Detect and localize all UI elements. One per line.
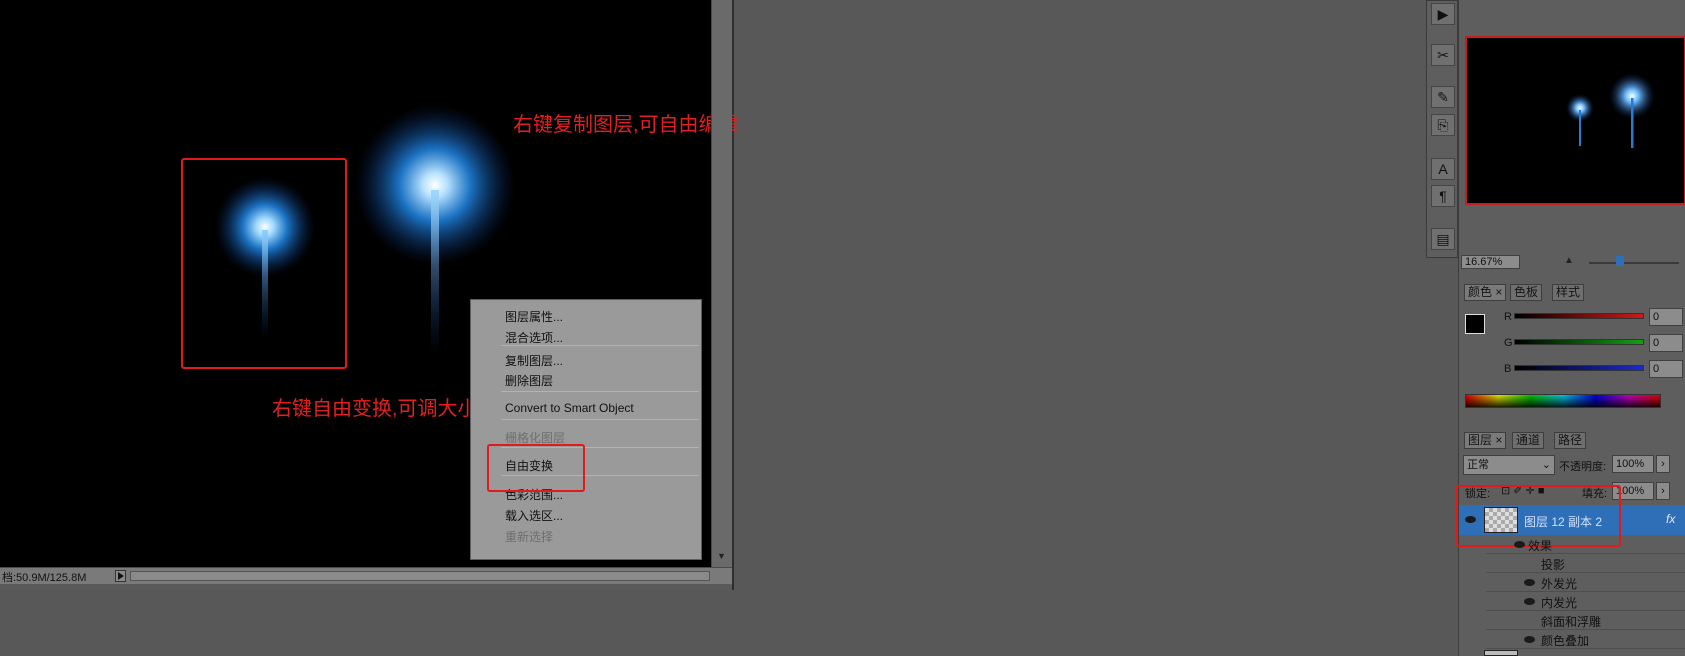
zoom-out-icon[interactable]: ▲ <box>1564 255 1574 266</box>
menu-separator <box>501 345 699 346</box>
status-bar: 档:50.9M/125.8M <box>0 567 732 584</box>
visibility-eye-icon[interactable] <box>1514 541 1525 548</box>
document-window: 右键复制图层,可自由编辑 右键自由变换,可调大小 图层属性... 混合选项...… <box>0 0 739 590</box>
menu-item-convert-smart-object[interactable]: Convert to Smart Object <box>505 401 634 415</box>
navigator-zoom-slider[interactable] <box>1589 262 1679 264</box>
menu-item-duplicate-layer[interactable]: 复制图层... <box>505 352 563 369</box>
effect-row-inner-glow[interactable]: 内发光 <box>1486 592 1685 611</box>
opacity-label: 不透明度: <box>1559 461 1607 473</box>
next-layer-thumbnail <box>1484 650 1518 656</box>
menu-item-blending-options[interactable]: 混合选项... <box>505 329 563 346</box>
opacity-field[interactable]: 100% <box>1612 455 1654 473</box>
green-value-field[interactable]: 0 <box>1649 334 1683 352</box>
panel-dock-icons: ▶ ✂ ✎ ⎘ A ¶ ▤ <box>1426 0 1458 258</box>
visibility-eye-icon[interactable] <box>1524 579 1535 586</box>
free-transform-highlight <box>487 444 585 492</box>
blue-channel-slider[interactable] <box>1514 365 1644 371</box>
green-channel-slider[interactable] <box>1514 339 1644 345</box>
fill-arrow-icon[interactable]: › <box>1656 482 1670 500</box>
effect-label: 颜色叠加 <box>1541 634 1590 648</box>
tab-paths[interactable]: 路径 <box>1554 432 1587 449</box>
menu-item-layer-properties[interactable]: 图层属性... <box>505 308 563 325</box>
actions-icon[interactable]: ▶ <box>1431 3 1455 25</box>
foreground-color-swatch[interactable] <box>1465 314 1485 334</box>
navigator-thumbnail[interactable] <box>1465 36 1685 205</box>
menu-item-delete-layer[interactable]: 删除图层 <box>505 372 553 389</box>
blue-value-field[interactable]: 0 <box>1649 360 1683 378</box>
effects-label: 效果 <box>1528 539 1553 553</box>
layer-context-menu: 图层属性... 混合选项... 复制图层... 删除图层 Convert to … <box>470 299 702 560</box>
paragraph-icon[interactable]: ¶ <box>1431 185 1455 207</box>
effect-label: 外发光 <box>1541 577 1578 591</box>
tab-swatches[interactable]: 色板 <box>1510 284 1543 301</box>
horizontal-scrollbar[interactable] <box>130 571 710 581</box>
menu-item-load-selection[interactable]: 载入选区... <box>505 507 563 524</box>
status-menu-arrow-icon[interactable] <box>115 570 126 582</box>
effect-label: 内发光 <box>1541 596 1578 610</box>
scroll-down-icon[interactable]: ▼ <box>717 551 726 561</box>
menu-separator <box>501 391 699 392</box>
zoom-slider-handle[interactable] <box>1616 256 1624 266</box>
canvas[interactable]: 右键复制图层,可自由编辑 右键自由变换,可调大小 图层属性... 混合选项...… <box>0 0 739 567</box>
visibility-eye-icon[interactable] <box>1524 598 1535 605</box>
free-transform-annotation: 右键自由变换,可调大小 <box>272 398 478 420</box>
tab-layers[interactable]: 图层 × <box>1464 432 1507 449</box>
nav-small-firework <box>1566 94 1594 146</box>
tools-icon[interactable]: ✂ <box>1431 44 1455 66</box>
effect-row-color-overlay[interactable]: 颜色叠加 <box>1486 630 1685 649</box>
nav-large-firework <box>1609 73 1655 148</box>
effect-label: 投影 <box>1541 558 1566 572</box>
visibility-eye-icon[interactable] <box>1524 636 1535 643</box>
opacity-arrow-icon[interactable]: › <box>1656 455 1670 473</box>
channel-g-label: G <box>1504 337 1513 349</box>
transform-bounding-box <box>181 158 347 369</box>
vertical-scrollbar[interactable]: ▼ <box>711 0 732 567</box>
red-value-field[interactable]: 0 <box>1649 308 1683 326</box>
effect-row-bevel-emboss[interactable]: 斜面和浮雕 <box>1486 611 1685 630</box>
brush-icon[interactable]: ✎ <box>1431 86 1455 108</box>
document-size: 档:50.9M/125.8M <box>2 572 87 584</box>
channel-b-label: B <box>1504 363 1512 375</box>
clone-source-icon[interactable]: ⎘ <box>1431 114 1455 136</box>
chevron-down-icon: ⌄ <box>1541 459 1551 471</box>
effect-row-outer-glow[interactable]: 外发光 <box>1486 573 1685 592</box>
navigator-zoom-field[interactable]: 16.67% <box>1461 255 1520 269</box>
effects-group-row[interactable]: 效果 <box>1486 535 1685 554</box>
effect-row-drop-shadow[interactable]: 投影 <box>1486 554 1685 573</box>
menu-separator <box>501 419 699 420</box>
copy-layer-annotation: 右键复制图层,可自由编辑 <box>513 114 739 136</box>
color-ramp[interactable] <box>1465 394 1661 408</box>
blend-mode-select[interactable]: 正常 ⌄ <box>1463 455 1555 475</box>
channel-r-label: R <box>1504 311 1512 323</box>
menu-item-reselect: 重新选择 <box>505 530 554 544</box>
red-channel-slider[interactable] <box>1514 313 1644 319</box>
blend-mode-value: 正常 <box>1467 459 1489 471</box>
layer-comps-icon[interactable]: ▤ <box>1431 228 1455 250</box>
fx-icon[interactable]: fx <box>1666 512 1675 526</box>
tab-color[interactable]: 颜色 × <box>1464 284 1507 301</box>
effect-label: 斜面和浮雕 <box>1541 615 1602 629</box>
tab-styles[interactable]: 样式 <box>1552 284 1585 301</box>
right-panel: 16.67% ▲ 颜色 × 色板 样式 R 0 G 0 B 0 图层 × 通道 … <box>1456 0 1685 656</box>
tab-channels[interactable]: 通道 <box>1512 432 1545 449</box>
character-icon[interactable]: A <box>1431 158 1455 180</box>
